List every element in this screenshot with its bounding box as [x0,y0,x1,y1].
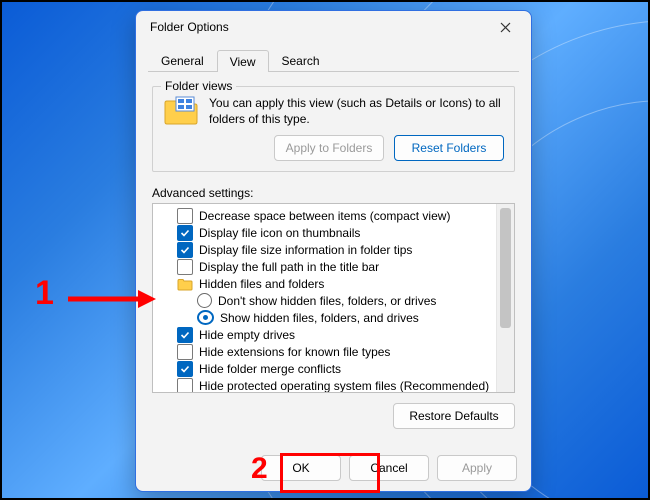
apply-button[interactable]: Apply [437,455,517,481]
apply-to-folders-button[interactable]: Apply to Folders [274,135,384,161]
checkbox-icon [177,259,193,275]
close-icon [500,22,511,33]
setting-hide-merge-conflicts[interactable]: Hide folder merge conflicts [159,360,494,377]
checkbox-icon [177,378,193,393]
folder-views-legend: Folder views [161,79,236,93]
setting-file-icon-thumbnails[interactable]: Display file icon on thumbnails [159,224,494,241]
checkbox-icon [177,327,193,343]
titlebar[interactable]: Folder Options [136,11,531,43]
scrollbar[interactable] [496,204,514,392]
scrollbar-thumb[interactable] [500,208,511,328]
advanced-settings-label: Advanced settings: [152,186,515,200]
tab-general[interactable]: General [148,49,217,71]
folder-views-text: You can apply this view (such as Details… [209,95,504,127]
checkbox-icon [177,361,193,377]
checkbox-icon [177,344,193,360]
folder-icon [177,277,193,291]
checkbox-icon [177,208,193,224]
checkbox-icon [177,225,193,241]
setting-hide-os-files[interactable]: Hide protected operating system files (R… [159,377,494,392]
annotation-number-1: 1 [35,274,54,313]
tab-view[interactable]: View [217,50,269,72]
reset-folders-button[interactable]: Reset Folders [394,135,504,161]
setting-compact-view[interactable]: Decrease space between items (compact vi… [159,207,494,224]
tab-search[interactable]: Search [269,49,333,71]
tab-content: Folder views You can apply this view (su… [136,72,531,449]
setting-show-hidden[interactable]: Show hidden files, folders, and drives [159,309,494,326]
cancel-button[interactable]: Cancel [349,455,429,481]
folder-options-dialog: Folder Options General View Search Folde… [135,10,532,492]
dialog-footer: OK Cancel Apply [136,449,531,491]
desktop-background: Folder Options General View Search Folde… [0,0,650,500]
restore-defaults-button[interactable]: Restore Defaults [393,403,515,429]
setting-group-hidden: Hidden files and folders [159,275,494,292]
setting-size-in-tips[interactable]: Display file size information in folder … [159,241,494,258]
setting-hide-extensions[interactable]: Hide extensions for known file types [159,343,494,360]
window-title: Folder Options [150,20,229,34]
setting-hide-empty-drives[interactable]: Hide empty drives [159,326,494,343]
folder-icon [163,95,199,125]
ok-button[interactable]: OK [261,455,341,481]
advanced-settings-list: Decrease space between items (compact vi… [152,203,515,393]
folder-views-group: Folder views You can apply this view (su… [152,86,515,172]
radio-icon [197,293,212,308]
radio-icon [197,310,214,325]
checkbox-icon [177,242,193,258]
setting-dont-show-hidden[interactable]: Don't show hidden files, folders, or dri… [159,292,494,309]
close-button[interactable] [485,13,525,41]
tab-strip: General View Search [148,47,519,72]
setting-full-path-titlebar[interactable]: Display the full path in the title bar [159,258,494,275]
